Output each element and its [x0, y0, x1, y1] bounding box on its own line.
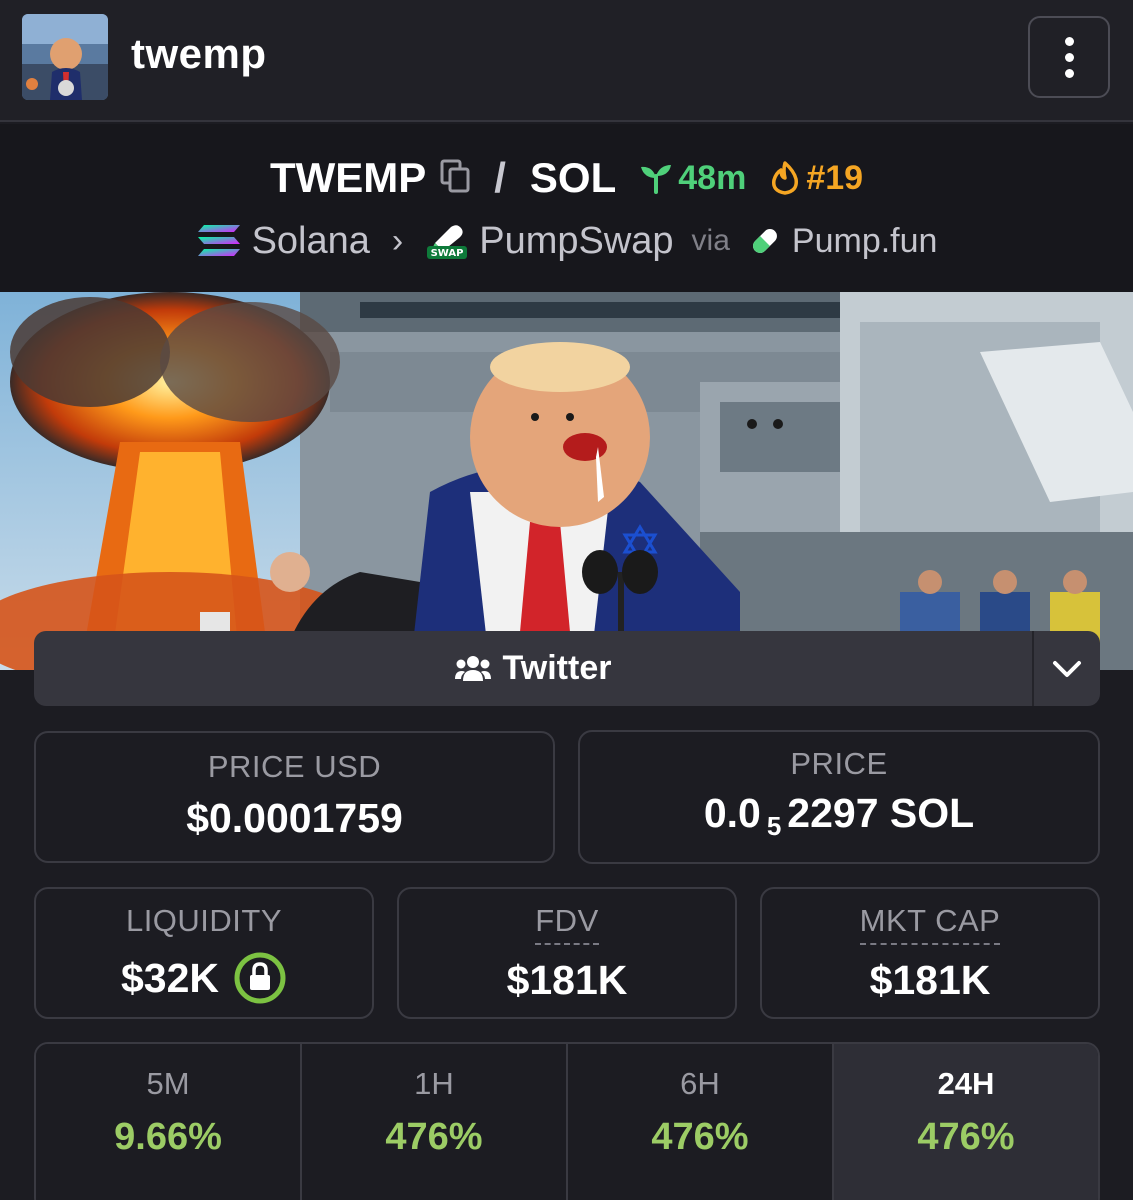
pair-separator: /	[494, 154, 506, 201]
liquidity-card: LIQUIDITY $32K	[34, 887, 374, 1019]
social-primary-link[interactable]: Twitter	[34, 631, 1032, 706]
top-bar: twemp	[0, 0, 1133, 122]
users-icon	[454, 655, 491, 681]
app-name: twemp	[131, 30, 267, 77]
chain-name: Solana	[251, 219, 370, 262]
breadcrumb-chevron-icon: ›	[391, 221, 404, 260]
price-zero-count: 5	[766, 811, 782, 841]
fdv-card[interactable]: FDV $181K	[397, 887, 737, 1019]
tab-label: 6H	[680, 1066, 720, 1101]
market-cap-card[interactable]: MKT CAP $181K	[760, 887, 1100, 1019]
social-primary-label: Twitter	[502, 649, 612, 687]
tab-label: 5M	[146, 1066, 190, 1101]
solana-icon	[197, 225, 240, 256]
tab-24h[interactable]: 24H 476%	[834, 1044, 1098, 1200]
tab-6h[interactable]: 6H 476%	[568, 1044, 834, 1200]
price-usd-value: $0.0001759	[186, 795, 403, 841]
svg-text:SWAP: SWAP	[431, 248, 464, 259]
pumpswap-icon: SWAP	[427, 225, 468, 259]
vertical-dots-icon	[1064, 36, 1074, 46]
tab-1h[interactable]: 1H 476%	[302, 1044, 568, 1200]
price-change-value: 476%	[651, 1116, 749, 1158]
price-native-value: 0.0 5 2297 SOL	[703, 790, 975, 841]
pair-title-row: TWEMP / SOL 48m #19	[0, 150, 1133, 206]
pill-icon	[752, 229, 777, 253]
seedling-icon	[641, 165, 672, 194]
market-cap-label: MKT CAP	[859, 903, 1001, 945]
route-breadcrumb: Solana › SWAP PumpSwap via Pump.fun	[0, 214, 1133, 268]
flame-icon	[772, 161, 799, 195]
social-dropdown-toggle[interactable]	[1032, 631, 1100, 706]
pair-age-value: 48m	[678, 158, 747, 197]
launchpad-name: Pump.fun	[791, 221, 938, 260]
timeframe-tabs: 5M 9.66% 1H 476% 6H 476% 24H 476%	[34, 1042, 1100, 1200]
price-native-card: PRICE 0.0 5 2297 SOL	[578, 730, 1100, 864]
via-label: via	[691, 224, 730, 257]
base-token-symbol: TWEMP	[269, 154, 427, 201]
copy-icon[interactable]	[440, 159, 470, 198]
chevron-down-icon	[1053, 660, 1081, 677]
price-native-label: PRICE	[790, 746, 888, 781]
price-change-value: 9.66%	[114, 1116, 222, 1158]
more-menu-button[interactable]	[1028, 16, 1110, 98]
price-usd-card: PRICE USD $0.0001759	[34, 731, 555, 863]
pair-header: TWEMP / SOL 48m #19 Solana › SWAP PumpSw…	[0, 124, 1133, 292]
market-cap-value: $181K	[869, 957, 991, 1003]
liquidity-label: LIQUIDITY	[125, 903, 283, 938]
fdv-value: $181K	[506, 957, 628, 1003]
tab-5m[interactable]: 5M 9.66%	[36, 1044, 302, 1200]
liquidity-value: $32K	[120, 954, 219, 1001]
trending-rank[interactable]: #19	[770, 159, 863, 198]
fdv-label: FDV	[535, 903, 599, 945]
quote-token-symbol: SOL	[529, 154, 617, 201]
tab-label: 24H	[937, 1066, 995, 1101]
price-change-value: 476%	[385, 1116, 483, 1158]
token-banner-image	[0, 292, 1133, 670]
tab-label: 1H	[414, 1066, 454, 1101]
price-change-value: 476%	[917, 1116, 1015, 1158]
lock-icon[interactable]	[233, 951, 287, 1005]
dex-name: PumpSwap	[479, 219, 674, 262]
launchpad-link[interactable]: Pump.fun	[748, 221, 938, 261]
dex-link[interactable]: SWAP PumpSwap	[425, 219, 674, 263]
price-usd-label: PRICE USD	[207, 749, 382, 784]
social-links-dropdown[interactable]: Twitter	[34, 631, 1100, 706]
chain-link[interactable]: Solana	[196, 220, 370, 263]
pair-age: 48m	[638, 159, 746, 198]
trending-rank-value: #19	[806, 158, 864, 197]
token-avatar[interactable]	[22, 14, 108, 100]
